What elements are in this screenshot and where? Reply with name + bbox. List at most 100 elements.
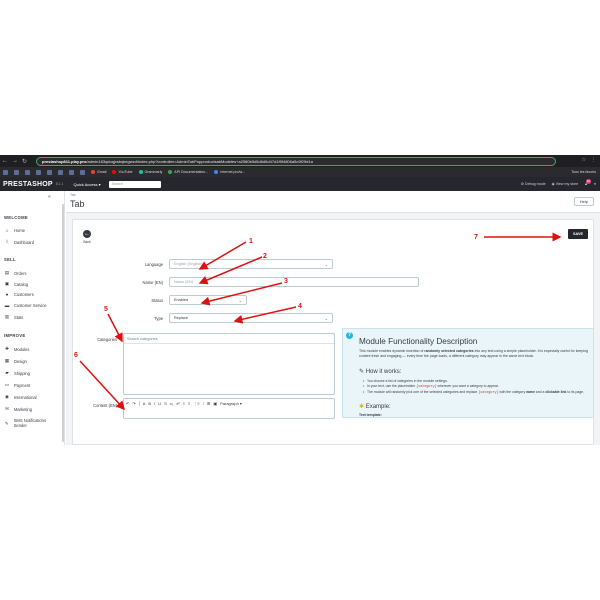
strikethrough-icon[interactable]: S bbox=[164, 401, 167, 406]
sidebar-item-shipping[interactable]: ▰ Shipping bbox=[4, 370, 30, 376]
type-select[interactable]: Replace ⌄ bbox=[169, 313, 333, 323]
bookmark-api-docs[interactable]: API Documentation... bbox=[168, 170, 208, 174]
status-select[interactable]: Enabled ⌄ bbox=[169, 295, 247, 305]
subscript-icon[interactable]: x₂ bbox=[170, 401, 174, 406]
sidebar-item-customers[interactable]: ● Customers bbox=[4, 292, 34, 297]
chevron-down-icon: ⌄ bbox=[324, 316, 328, 321]
sidebar-item-marketing[interactable]: ✉ Marketing bbox=[4, 406, 32, 412]
font-color-icon[interactable]: A bbox=[143, 401, 146, 406]
paragraph-select[interactable]: Paragraph ▾ bbox=[220, 401, 242, 406]
example-heading: ✱ Example: bbox=[359, 403, 391, 410]
content-editor[interactable]: ↶ ↷ A B I U S x₂ x² ≡ ≡ ⋮≡ ⁝ ⊞ ▣ Paragra… bbox=[123, 398, 335, 419]
debug-mode-link[interactable]: ⚙ Debug mode bbox=[521, 182, 546, 186]
indent-icon[interactable]: ≡ bbox=[188, 401, 190, 406]
view-store-link[interactable]: ◉ View my store bbox=[552, 182, 579, 186]
list-text: In your text, use the placeholder bbox=[367, 384, 417, 388]
bold-icon[interactable]: B bbox=[148, 401, 151, 406]
back-arrow-icon[interactable]: ← bbox=[2, 158, 8, 164]
sidebar-item-dashboard[interactable]: ⌇ Dashboard bbox=[4, 239, 34, 245]
categories-search-input[interactable]: Search categories bbox=[124, 334, 334, 344]
sidebar-item-catalog[interactable]: ▣ Catalog bbox=[4, 281, 28, 287]
bookmark-icon[interactable] bbox=[47, 169, 52, 175]
sidebar-item-sms[interactable]: ✎ SMS Notifications Sender bbox=[4, 418, 58, 428]
user-avatar-icon[interactable]: ● bbox=[594, 182, 596, 186]
customer-service-icon: ▬ bbox=[4, 303, 10, 308]
bookmark-icon[interactable] bbox=[25, 169, 30, 175]
grammarly-icon bbox=[138, 170, 143, 174]
numbered-list-icon[interactable]: ⁝ bbox=[203, 401, 204, 406]
bookmark-internet[interactable]: Internet.pro/w... bbox=[214, 170, 245, 174]
placeholder-code: {category} bbox=[416, 385, 437, 389]
sidebar-item-home[interactable]: ⌂ Home bbox=[4, 228, 25, 233]
bookmark-icon[interactable] bbox=[80, 169, 85, 175]
bookmark-icon[interactable] bbox=[69, 169, 74, 175]
how-it-works-list: You choose a list of categories in the m… bbox=[363, 379, 591, 396]
sidebar-item-label: Stats bbox=[14, 314, 24, 320]
italic-icon[interactable]: I bbox=[154, 401, 155, 406]
undo-icon[interactable]: ↶ bbox=[126, 401, 129, 406]
status-value: Enabled bbox=[174, 298, 188, 302]
gmail-icon bbox=[91, 170, 95, 174]
sidebar-item-label: Modules bbox=[14, 346, 30, 352]
language-label: Language bbox=[144, 262, 163, 267]
sidebar-scrollbar[interactable] bbox=[62, 204, 64, 442]
bookmark-label: Grammarly bbox=[144, 170, 163, 174]
save-button[interactable]: SAVE bbox=[568, 229, 588, 239]
sidebar-item-label: Catalog bbox=[14, 281, 29, 287]
sidebar-item-international[interactable]: ◉ International bbox=[4, 394, 37, 400]
bookmark-icon[interactable] bbox=[3, 169, 8, 175]
language-select[interactable]: English (English) ⌄ bbox=[169, 259, 333, 269]
bookmark-icon[interactable] bbox=[14, 169, 19, 175]
view-store-label: View my store bbox=[555, 182, 579, 186]
bookmark-icon[interactable] bbox=[58, 169, 63, 175]
prestashop-logo[interactable]: PRESTASHOP bbox=[3, 181, 53, 188]
bookmark-star-icon[interactable]: ☆ bbox=[582, 157, 586, 163]
bookmark-grammarly[interactable]: Grammarly bbox=[138, 170, 163, 174]
back-arrow-icon: ← bbox=[83, 230, 91, 238]
page-header: Tab Tab Help bbox=[66, 191, 600, 213]
redo-icon[interactable]: ↷ bbox=[132, 401, 135, 406]
bookmark-youtube[interactable]: YouTube bbox=[112, 170, 133, 174]
catalog-icon: ▣ bbox=[4, 281, 10, 286]
list-emphasis: clickable link bbox=[545, 390, 567, 394]
align-icon[interactable]: ≡ bbox=[183, 401, 185, 406]
address-bar[interactable]: prestashop811.play.pro/admin183qdoqjcsbq… bbox=[36, 157, 556, 166]
bookmark-label: Gmail bbox=[97, 170, 107, 174]
all-bookmarks[interactable]: Tous les favoris bbox=[571, 170, 600, 174]
sms-icon: ✎ bbox=[4, 420, 9, 426]
sidebar-item-orders[interactable]: ▤ Orders bbox=[4, 270, 27, 276]
notifications-bell-icon[interactable]: ▲ 12 bbox=[584, 179, 591, 186]
sidebar-item-payment[interactable]: ▭ Payment bbox=[4, 382, 30, 388]
table-icon[interactable]: ⊞ bbox=[207, 401, 210, 406]
chevron-down-icon: ⌄ bbox=[238, 298, 242, 303]
sidebar-item-label: Shipping bbox=[14, 370, 30, 376]
superscript-icon[interactable]: x² bbox=[176, 401, 179, 406]
description-text: This module enables dynamic insertion of bbox=[359, 349, 425, 353]
sidebar-item-stats[interactable]: ▥ Stats bbox=[4, 314, 24, 320]
modules-icon: ✚ bbox=[5, 346, 9, 351]
underline-icon[interactable]: U bbox=[158, 401, 161, 406]
bookmark-gmail[interactable]: Gmail bbox=[91, 170, 106, 174]
collapse-sidebar-icon[interactable]: « bbox=[48, 194, 51, 200]
categories-tree[interactable]: Search categories bbox=[123, 333, 335, 395]
breadcrumb[interactable]: Tab bbox=[70, 193, 75, 197]
sidebar-item-label: Design bbox=[14, 358, 27, 364]
bookmarks-bar: Gmail YouTube Grammarly API Documentatio… bbox=[0, 167, 600, 177]
quick-access-menu[interactable]: Quick Access ▾ bbox=[74, 182, 101, 187]
back-button[interactable]: ← Back bbox=[83, 230, 91, 244]
browser-actions: ☆ ⋮ bbox=[582, 157, 596, 163]
image-icon[interactable]: ▣ bbox=[213, 401, 217, 406]
help-button[interactable]: Help bbox=[573, 197, 594, 206]
bullet-list-icon[interactable]: ⋮≡ bbox=[193, 401, 199, 406]
search-input[interactable]: Search bbox=[108, 180, 161, 188]
bookmark-icon[interactable] bbox=[36, 169, 41, 175]
sidebar-item-customer-service[interactable]: ▬ Customer Service bbox=[4, 303, 47, 308]
reload-icon[interactable]: ↻ bbox=[22, 158, 27, 165]
shipping-icon: ▰ bbox=[5, 370, 9, 375]
name-input[interactable]: Name (EN) bbox=[169, 277, 419, 287]
sidebar-item-design[interactable]: ▦ Design bbox=[4, 358, 27, 364]
sidebar-item-modules[interactable]: ✚ Modules bbox=[4, 346, 29, 352]
screenshot: ← → ↻ prestashop811.play.pro/admin183qdo… bbox=[0, 155, 600, 445]
browser-menu-icon[interactable]: ⋮ bbox=[591, 157, 596, 163]
forward-arrow-icon[interactable]: → bbox=[12, 158, 18, 164]
